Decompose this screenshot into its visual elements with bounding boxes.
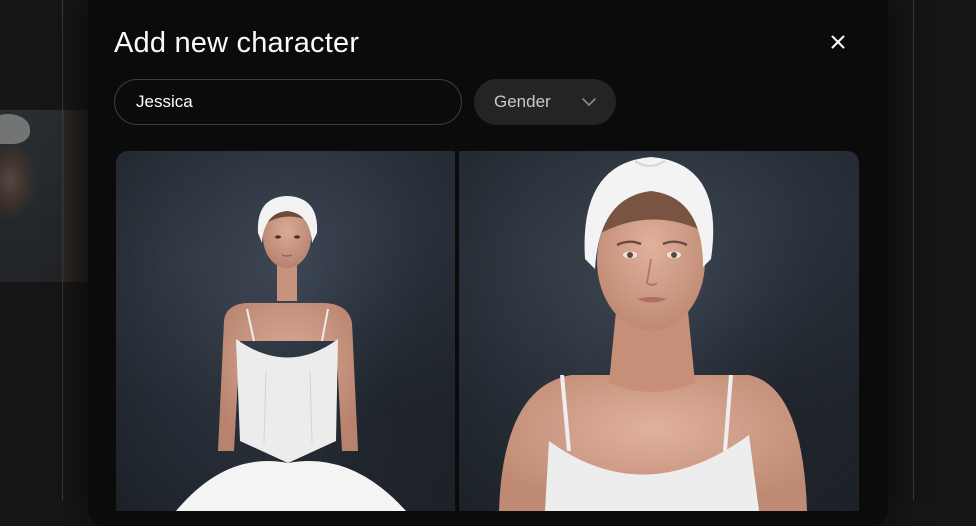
close-button[interactable] (826, 30, 850, 54)
chevron-down-icon (582, 98, 596, 106)
gender-select[interactable]: Gender (474, 79, 616, 125)
gender-select-label: Gender (494, 92, 551, 111)
background-right-panel (913, 0, 976, 500)
character-name-input[interactable] (114, 79, 462, 125)
full-body-photo[interactable] (116, 151, 455, 511)
background-thumbnail-edge (62, 110, 90, 282)
modal-title: Add new character (114, 27, 360, 59)
background-thumbnail (0, 110, 64, 282)
portrait-photo[interactable] (459, 151, 859, 511)
close-icon (831, 35, 845, 49)
